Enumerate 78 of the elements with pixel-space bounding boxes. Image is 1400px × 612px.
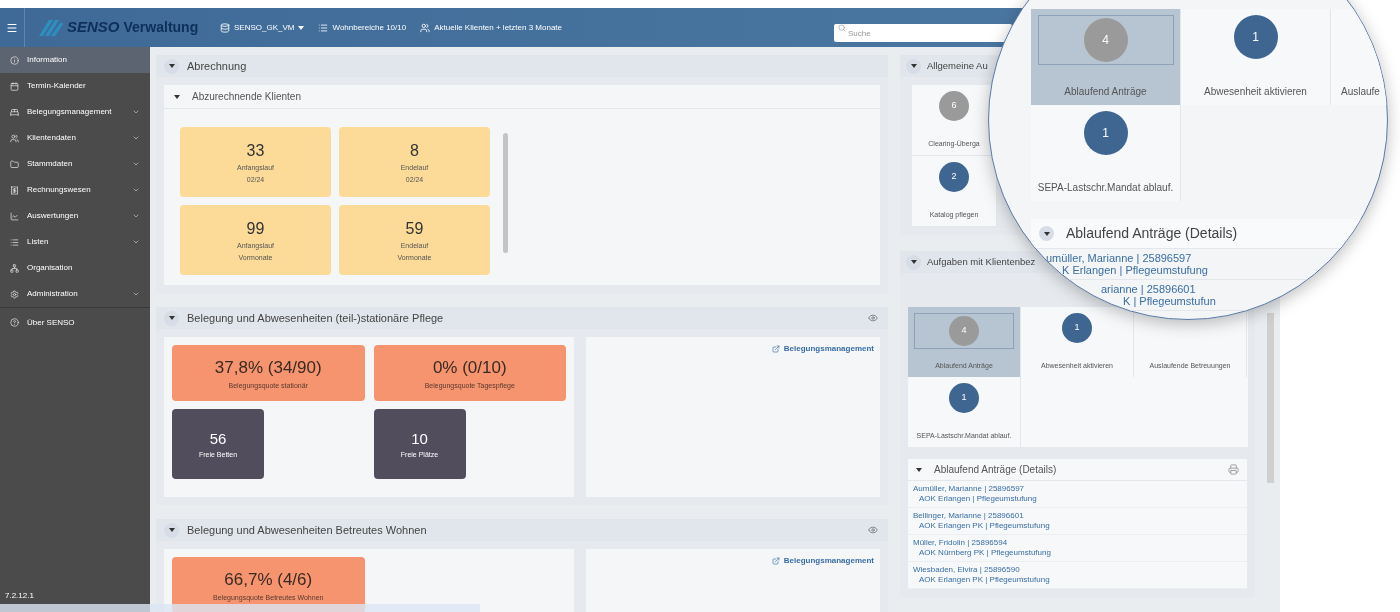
- users-icon: [420, 22, 431, 33]
- chart-icon: [10, 211, 19, 221]
- sidebar-item[interactable]: Stammdaten: [0, 151, 150, 177]
- task-tile[interactable]: 1 Abwesenheit aktivieren: [1181, 9, 1331, 105]
- visibility-icon[interactable]: [868, 313, 878, 323]
- count-badge: 1: [949, 383, 979, 413]
- users-icon: [10, 133, 19, 143]
- collapse-toggle[interactable]: [164, 310, 179, 326]
- collapse-icon[interactable]: [174, 94, 180, 99]
- collapse-toggle[interactable]: [1039, 226, 1054, 241]
- task-tile[interactable]: Auslaufe: [1331, 9, 1387, 105]
- collapse-toggle[interactable]: [164, 58, 179, 74]
- link[interactable]: Belegungsmanagement: [771, 555, 874, 567]
- task-tile[interactable]: 4 Ablaufend Anträge: [1031, 9, 1181, 105]
- menu-icon[interactable]: [6, 21, 18, 34]
- info-icon: [10, 55, 19, 65]
- units-filter[interactable]: Wohnbereiche 10/10: [318, 21, 407, 34]
- details-row[interactable]: Aumüller, Marianne | 25896597 AOK Erlangen | Pflegeumstufung: [908, 481, 1247, 508]
- external-link-icon: [771, 345, 780, 353]
- details-row[interactable]: Bellinger, Marianne | 25896601 AOK Erlangen PK | Pflegeumstufung: [908, 508, 1247, 535]
- sidebar-item[interactable]: Listen: [0, 229, 150, 255]
- count-badge: 2: [939, 162, 969, 192]
- search-icon: [838, 23, 846, 32]
- panel-title: Belegung und Abwesenheiten Betreutes Wohnen: [187, 522, 427, 538]
- count-badge: 4: [949, 316, 979, 346]
- hierarchy-icon: [10, 263, 19, 273]
- external-link-icon: [771, 557, 780, 565]
- database-selector[interactable]: SENSO_GK_VM: [220, 21, 305, 34]
- sidebar-item[interactable]: Klientendaten: [0, 125, 150, 151]
- details-row[interactable]: arianne | 25896601 K | Pflegeumstufun: [1101, 283, 1216, 307]
- count-badge: 6: [939, 91, 969, 121]
- collapse-toggle[interactable]: [906, 254, 921, 270]
- subpanel-title: Abzurechnende Klienten: [192, 90, 301, 104]
- sidebar-item[interactable]: Information: [0, 47, 150, 73]
- task-label: Ablaufend Anträge: [1064, 85, 1147, 99]
- list-icon: [10, 237, 19, 247]
- collapse-toggle[interactable]: [164, 522, 179, 538]
- sidebar-item[interactable]: Auswertungen: [0, 203, 150, 229]
- panel-title: Abrechnung: [187, 58, 247, 74]
- logo-subtitle: Verwaltung: [123, 18, 199, 37]
- list-icon: [318, 22, 329, 33]
- scrollbar-thumb[interactable]: [1267, 313, 1274, 483]
- details-row[interactable]: Müller, Fridolin | 25896594 AOK Nürnberg PK | Pflegeumstufung: [908, 535, 1247, 562]
- link[interactable]: Belegungsmanagement: [771, 343, 874, 355]
- task-label: Auslaufe: [1340, 85, 1380, 99]
- count-badge: 1: [1233, 15, 1278, 59]
- help-icon: [10, 318, 19, 327]
- task-label: Abwesenheit aktivieren: [1204, 85, 1307, 99]
- details-row[interactable]: umüller, Marianne | 25896597 K Erlangen | Pflegeumstufung: [1046, 252, 1208, 276]
- settings-icon: [10, 289, 19, 299]
- collapse-icon[interactable]: [916, 467, 922, 472]
- details-row[interactable]: Wiesbaden, Elvira | 25896590 AOK Erlangen PK | Pflegeumstufung: [908, 562, 1247, 589]
- sidebar-item[interactable]: Organisation: [0, 255, 150, 281]
- logo-title: SENSO: [67, 17, 120, 38]
- panel-title: Belegung und Abwesenheiten (teil-)stationäre Pflege: [187, 310, 444, 326]
- sidebar-item[interactable]: Belegungsmanagement: [0, 99, 150, 125]
- collapse-toggle[interactable]: [906, 58, 921, 74]
- details-title: Ablaufend Anträge (Details): [934, 463, 1058, 477]
- task-tile[interactable]: 1 SEPA-Lastschr.Mandat ablauf.: [1031, 105, 1181, 201]
- visibility-icon[interactable]: [868, 525, 878, 535]
- task-label: SEPA-Lastschr.Mandat ablauf.: [1037, 181, 1174, 195]
- count-badge: 4: [1083, 18, 1128, 62]
- search-field[interactable]: Suche: [834, 24, 1012, 42]
- sidebar-item[interactable]: Rechnungswesen: [0, 177, 150, 203]
- receipt-icon: [10, 185, 19, 195]
- calendar-icon: [10, 81, 19, 91]
- panel-title: Aufgaben mit Klientenbez: [927, 254, 1036, 269]
- folder-icon: [10, 159, 19, 169]
- clients-filter[interactable]: Aktuelle Klienten + letzten 3 Monate: [420, 21, 562, 34]
- bed-icon: [10, 107, 19, 117]
- version-label: 7.2.12.1: [5, 590, 34, 602]
- logo-icon: [37, 17, 63, 38]
- sidebar-item[interactable]: Termin-Kalender: [0, 73, 150, 99]
- database-icon: [220, 22, 230, 33]
- panel-title: Allgemeine Au: [927, 58, 988, 73]
- details-title: Ablaufend Anträge (Details): [1066, 224, 1238, 243]
- sidebar-item[interactable]: Administration: [0, 281, 150, 307]
- count-badge: 1: [1083, 111, 1128, 155]
